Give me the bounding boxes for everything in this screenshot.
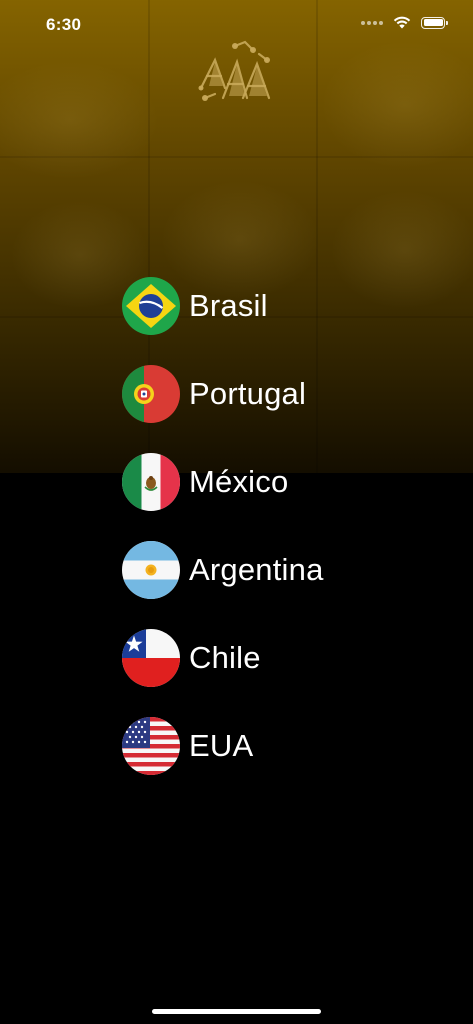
country-label: EUA bbox=[189, 728, 254, 763]
country-item-chile[interactable]: Chile bbox=[122, 629, 324, 687]
country-label: Brasil bbox=[189, 288, 268, 323]
brazil-flag-icon bbox=[122, 277, 180, 335]
home-indicator[interactable] bbox=[152, 1009, 321, 1014]
portugal-flag-icon bbox=[122, 365, 180, 423]
country-item-portugal[interactable]: Portugal bbox=[122, 365, 324, 423]
country-label: Portugal bbox=[189, 376, 307, 411]
chile-flag-icon bbox=[122, 629, 180, 687]
country-list: Brasil Portugal México Argentina Chile E… bbox=[122, 277, 324, 805]
status-icons bbox=[361, 16, 448, 29]
country-label: México bbox=[189, 464, 289, 499]
usa-flag-icon bbox=[122, 717, 180, 775]
mexico-flag-icon bbox=[122, 453, 180, 511]
battery-icon bbox=[421, 16, 448, 29]
wifi-icon bbox=[393, 16, 411, 29]
status-bar: 6:30 bbox=[0, 0, 473, 52]
status-time: 6:30 bbox=[46, 15, 82, 34]
country-item-argentina[interactable]: Argentina bbox=[122, 541, 324, 599]
signal-icon bbox=[361, 20, 383, 25]
country-label: Chile bbox=[189, 640, 261, 675]
country-label: Argentina bbox=[189, 552, 324, 587]
country-item-eua[interactable]: EUA bbox=[122, 717, 324, 775]
country-item-brasil[interactable]: Brasil bbox=[122, 277, 324, 335]
country-item-mexico[interactable]: México bbox=[122, 453, 324, 511]
argentina-flag-icon bbox=[122, 541, 180, 599]
